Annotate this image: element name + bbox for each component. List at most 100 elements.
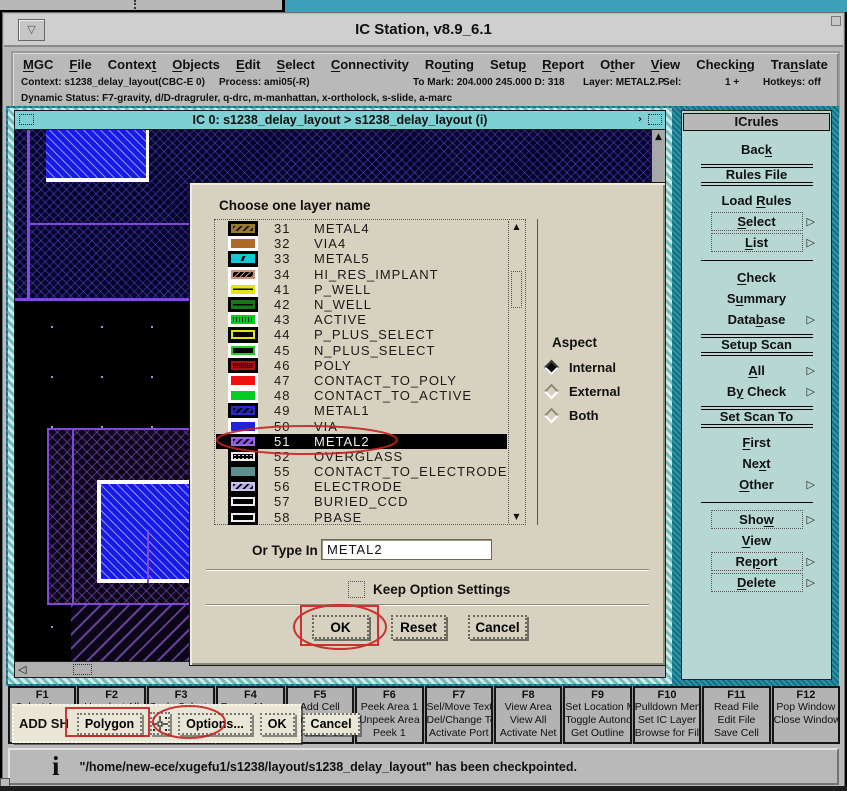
keep-option-checkbox[interactable] <box>348 581 365 598</box>
fkey-f10[interactable]: F10Pulldown MenuSet IC LayerBrowse for F… <box>633 686 701 744</box>
all-button[interactable]: All <box>737 361 776 380</box>
window-menu-icon[interactable]: ▽ <box>18 19 45 41</box>
layer-row-via4[interactable]: 32VIA4 <box>216 236 507 251</box>
rules-row-next: Next <box>682 453 831 474</box>
status-dynamic: Dynamic Status: F7-gravity, d/D-dragrule… <box>13 93 838 104</box>
layout-window-resize-icon[interactable] <box>648 114 662 125</box>
layer-row-active[interactable]: 43ACTIVE <box>216 312 507 327</box>
layer-swatch-via <box>231 422 255 431</box>
reset-button[interactable]: Reset <box>391 615 446 639</box>
ok-button[interactable]: OK <box>312 615 369 639</box>
menu-context[interactable]: Context <box>108 57 156 72</box>
scroll-left-icon[interactable]: ◁ <box>18 662 26 677</box>
submenu-arrow-icon: ▷ <box>807 555 815 568</box>
report-button[interactable]: Report <box>711 552 803 571</box>
summary-button[interactable]: Summary <box>716 289 797 308</box>
layer-row-metal2[interactable]: 51METAL2 <box>216 434 507 449</box>
layer-row-metal5[interactable]: 33METAL5 <box>216 251 507 266</box>
layer-name: ELECTRODE <box>314 479 507 494</box>
scrollbar-thumb[interactable] <box>511 271 522 308</box>
layer-row-buried-ccd[interactable]: 57BURIED_CCD <box>216 494 507 509</box>
layer-row-n-well[interactable]: 42N_WELL <box>216 297 507 312</box>
layer-swatch-tile <box>228 373 258 388</box>
menu-connectivity[interactable]: Connectivity <box>331 57 409 72</box>
menu-edit[interactable]: Edit <box>236 57 261 72</box>
aspect-both-radio[interactable]: Both <box>546 403 620 427</box>
scroll-up-icon[interactable]: ▲ <box>509 221 524 233</box>
menu-translate[interactable]: Translate <box>771 57 828 72</box>
menu-other[interactable]: Other <box>600 57 635 72</box>
layout-window-arrow-icon[interactable]: › <box>638 111 642 129</box>
layout-window-titlebar[interactable]: IC 0: s1238_delay_layout > s1238_delay_l… <box>14 110 666 130</box>
first-button[interactable]: First <box>731 433 781 452</box>
toolbar-ok-button[interactable]: OK <box>260 713 295 735</box>
layer-row-overglass[interactable]: 52OVERGLASS <box>216 449 507 464</box>
fkey-f9[interactable]: F9Set Location ModeToggle AutonotchGet O… <box>563 686 631 744</box>
database-button[interactable]: Database <box>717 310 797 329</box>
by-check-button[interactable]: By Check <box>716 382 797 401</box>
layer-number: 31 <box>274 221 314 236</box>
fkey-f12[interactable]: F12Pop WindowClose Window <box>772 686 840 744</box>
fkey-f6[interactable]: F6Peek Area 1Unpeek AreaPeek 1 <box>355 686 423 744</box>
back-button[interactable]: Back <box>730 140 783 159</box>
menu-checking[interactable]: Checking <box>696 57 755 72</box>
layer-row-metal1[interactable]: 49METAL1 <box>216 403 507 418</box>
fkey-f7[interactable]: F7Sel/Move TextDel/Change TextActivate P… <box>425 686 493 744</box>
menu-report[interactable]: Report <box>542 57 584 72</box>
show-button[interactable]: Show <box>711 510 803 529</box>
radio-diamond-icon <box>544 407 560 423</box>
layer-row-poly[interactable]: 46POLY <box>216 358 507 373</box>
layer-swatch-metal1 <box>231 406 255 415</box>
layer-row-n-plus-select[interactable]: 45N_PLUS_SELECT <box>216 343 507 358</box>
check-button[interactable]: Check <box>726 268 787 287</box>
polygon-button[interactable]: Polygon <box>77 713 142 735</box>
other-button[interactable]: Other <box>728 475 785 494</box>
layer-row-contact-to-poly[interactable]: 47CONTACT_TO_POLY <box>216 373 507 388</box>
menu-view[interactable]: View <box>651 57 680 72</box>
load-rules-button[interactable]: Load Rules <box>710 191 802 210</box>
dialog-separator <box>206 569 649 571</box>
menu-file[interactable]: File <box>69 57 91 72</box>
menu-mgc[interactable]: MGC <box>23 57 53 72</box>
type-in-label: Or Type In <box>252 543 318 558</box>
select-button[interactable]: Select <box>711 212 803 231</box>
view-button[interactable]: View <box>731 531 782 550</box>
fkey-label: F10 <box>635 689 699 701</box>
status-layer: Layer: METAL2.P <box>583 77 665 88</box>
layer-row-contact-to-active[interactable]: 48CONTACT_TO_ACTIVE <box>216 388 507 403</box>
menu-routing[interactable]: Routing <box>425 57 474 72</box>
window-titlebar[interactable]: ▽ IC Station, v8.9_6.1 <box>4 14 843 47</box>
layer-list-scrollbar[interactable]: ▲ ▼ <box>508 221 524 523</box>
rules-row-back: Back <box>682 139 831 160</box>
options-button[interactable]: Options... <box>178 713 252 735</box>
next-button[interactable]: Next <box>731 454 781 473</box>
layer-row-pbase[interactable]: 58PBASE <box>216 510 507 525</box>
layer-row-p-plus-select[interactable]: 44P_PLUS_SELECT <box>216 327 507 342</box>
status-sel-value: 1 + <box>725 77 739 88</box>
aspect-internal-radio[interactable]: Internal <box>546 355 620 379</box>
scroll-up-icon[interactable]: ▲ <box>652 130 665 144</box>
type-in-input[interactable] <box>321 539 492 560</box>
scroll-down-icon[interactable]: ▼ <box>509 511 524 523</box>
layer-row-electrode[interactable]: 56ELECTRODE <box>216 479 507 494</box>
list-button[interactable]: List <box>711 233 803 252</box>
layout-window-menu-icon[interactable] <box>19 114 34 125</box>
menu-objects[interactable]: Objects <box>172 57 220 72</box>
fkey-f11[interactable]: F11Read FileEdit FileSave Cell <box>702 686 770 744</box>
menu-setup[interactable]: Setup <box>490 57 526 72</box>
scrollbar-thumb[interactable] <box>73 664 92 675</box>
polygon-tool-icon[interactable] <box>150 712 170 735</box>
layer-number: 52 <box>274 449 314 464</box>
aspect-external-radio[interactable]: External <box>546 379 620 403</box>
fkey-f8[interactable]: F8View AreaView AllActivate Net <box>494 686 562 744</box>
layer-row-metal4[interactable]: 31METAL4 <box>216 221 507 236</box>
layer-row-p-well[interactable]: 41P_WELL <box>216 282 507 297</box>
layer-row-contact-to-electrode[interactable]: 55CONTACT_TO_ELECTRODE <box>216 464 507 479</box>
cancel-button[interactable]: Cancel <box>468 615 527 639</box>
layer-row-hi-res-implant[interactable]: 34HI_RES_IMPLANT <box>216 267 507 282</box>
toolbar-cancel-button[interactable]: Cancel <box>303 713 360 735</box>
delete-button[interactable]: Delete <box>711 573 803 592</box>
menu-select[interactable]: Select <box>277 57 315 72</box>
fkey-command: Close Window <box>774 714 838 727</box>
layer-row-via[interactable]: 50VIA <box>216 418 507 433</box>
